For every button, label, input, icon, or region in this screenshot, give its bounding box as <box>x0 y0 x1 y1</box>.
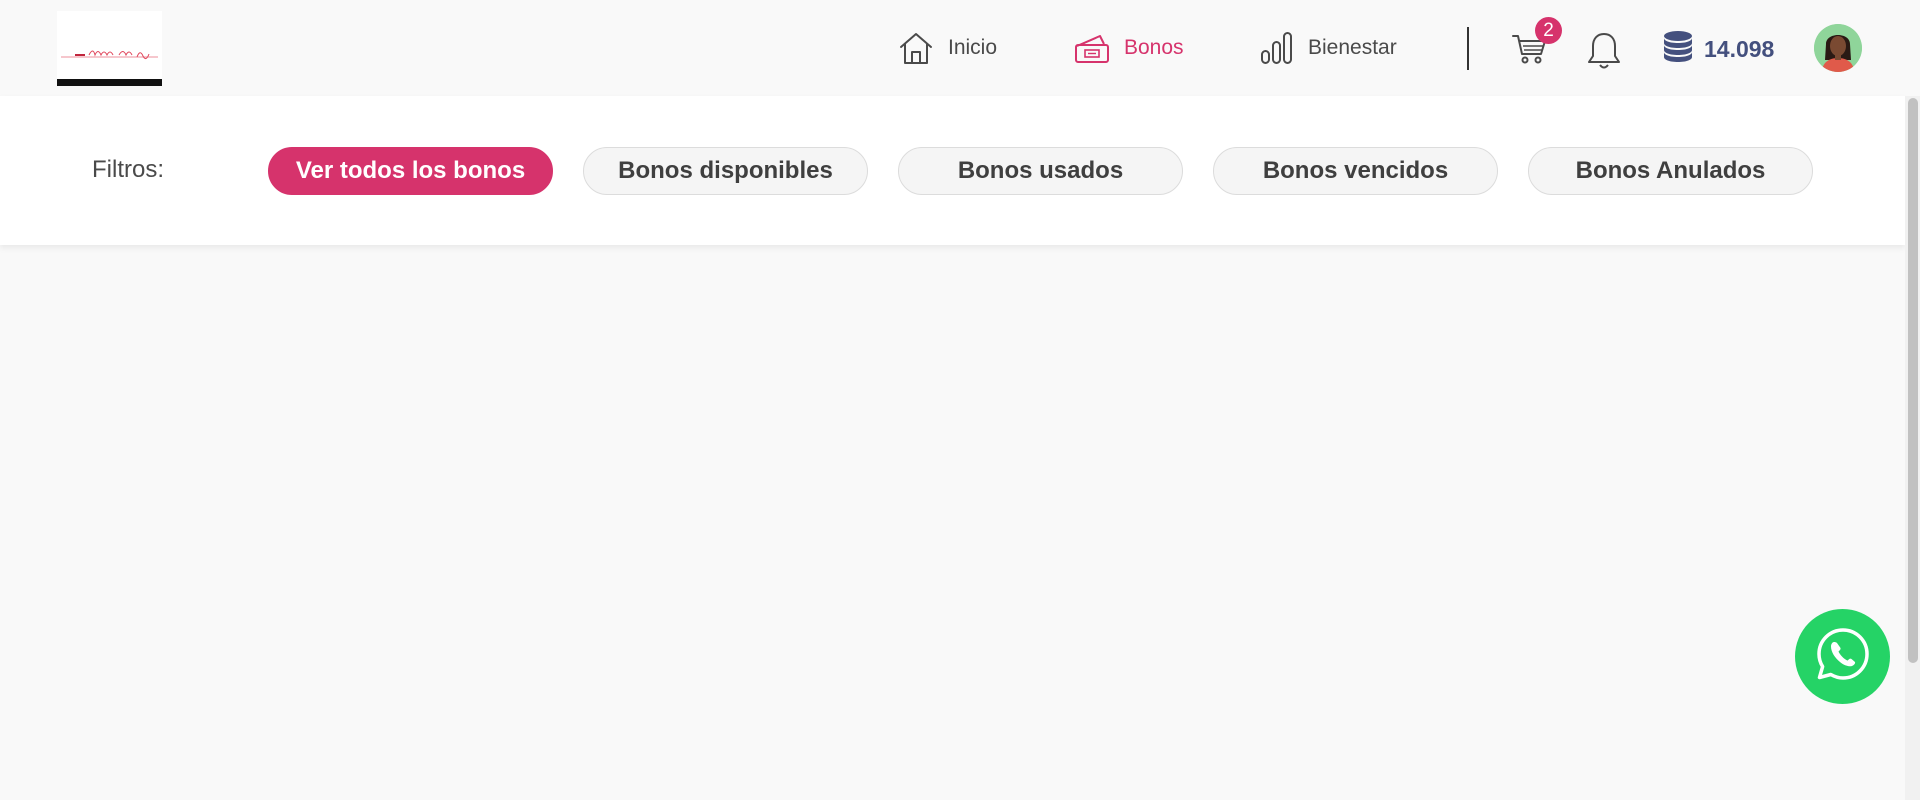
avatar-icon <box>1814 24 1862 72</box>
home-icon <box>898 31 934 65</box>
whatsapp-icon <box>1813 624 1873 689</box>
filter-available-bonus-button[interactable]: Bonos disponibles <box>583 147 868 195</box>
bar-chart-icon <box>1260 31 1294 65</box>
scrollbar-thumb[interactable] <box>1908 98 1918 663</box>
nav-bonos[interactable]: Bonos <box>1074 28 1184 68</box>
nav-divider <box>1467 27 1469 70</box>
coins-value: 14.098 <box>1704 36 1775 62</box>
bell-icon <box>1586 33 1622 75</box>
filter-expired-bonus-button[interactable]: Bonos vencidos <box>1213 147 1498 195</box>
filter-label: Filtros: <box>92 156 164 183</box>
top-navigation-bar: Inicio Bonos Bienestar 2 14.098 <box>0 0 1905 96</box>
filter-cancelled-bonus-button[interactable]: Bonos Anulados <box>1528 147 1813 195</box>
nav-bienestar-label: Bienestar <box>1308 36 1397 59</box>
filter-used-bonus-button[interactable]: Bonos usados <box>898 147 1183 195</box>
notifications-button[interactable] <box>1586 31 1622 71</box>
valentines-logo-graphic <box>61 50 158 60</box>
filter-panel: Filtros: Ver todos los bonos Bonos dispo… <box>0 96 1905 245</box>
whatsapp-chat-button[interactable] <box>1795 609 1890 704</box>
cart-count-badge: 2 <box>1535 17 1562 44</box>
nav-bienestar[interactable]: Bienestar <box>1260 28 1397 68</box>
nav-inicio-label: Inicio <box>948 36 998 59</box>
brand-logo[interactable] <box>57 11 162 86</box>
cart-icon <box>1512 35 1548 70</box>
vertical-scrollbar[interactable] <box>1905 96 1920 800</box>
coins-stack-icon <box>1662 30 1694 69</box>
filter-all-bonus-button[interactable]: Ver todos los bonos <box>268 147 553 195</box>
ticket-icon <box>1074 32 1110 64</box>
nav-inicio[interactable]: Inicio <box>898 28 997 68</box>
coins-balance[interactable]: 14.098 <box>1662 30 1774 69</box>
nav-bonos-label: Bonos <box>1124 36 1184 59</box>
logo-footer-strip <box>57 79 162 86</box>
user-avatar[interactable] <box>1814 24 1862 72</box>
